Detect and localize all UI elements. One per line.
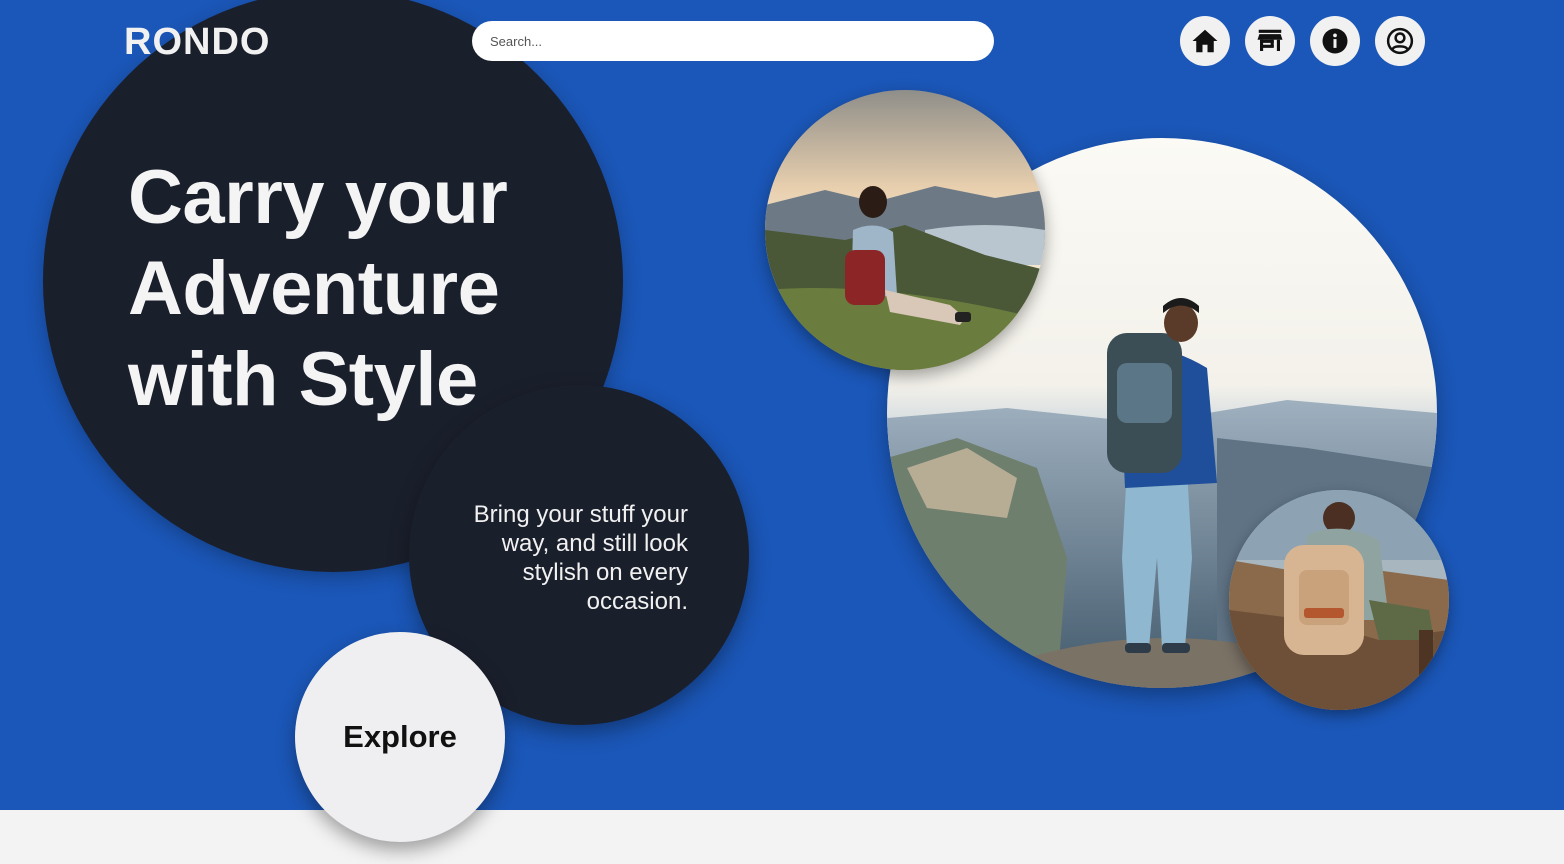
search-input[interactable] (472, 21, 994, 61)
hero-photo-hiker-hillside (765, 90, 1045, 370)
home-icon (1192, 29, 1218, 53)
hero-photo-backpack-rocks (1229, 490, 1449, 710)
store-button[interactable] (1245, 16, 1295, 66)
footer-band (0, 810, 1564, 864)
store-icon (1257, 29, 1283, 51)
hero-tagline: Bring your stuff your way, and still loo… (473, 501, 688, 615)
account-icon (1386, 27, 1414, 55)
brand-logo[interactable]: RONDO (124, 22, 270, 62)
info-icon (1322, 28, 1348, 54)
home-button[interactable] (1180, 16, 1230, 66)
info-button[interactable] (1310, 16, 1360, 66)
brand-name: RONDO (124, 21, 271, 63)
explore-button[interactable]: Explore (295, 632, 505, 842)
account-button[interactable] (1375, 16, 1425, 66)
hero-headline: Carry your Adventure with Style (128, 155, 508, 422)
